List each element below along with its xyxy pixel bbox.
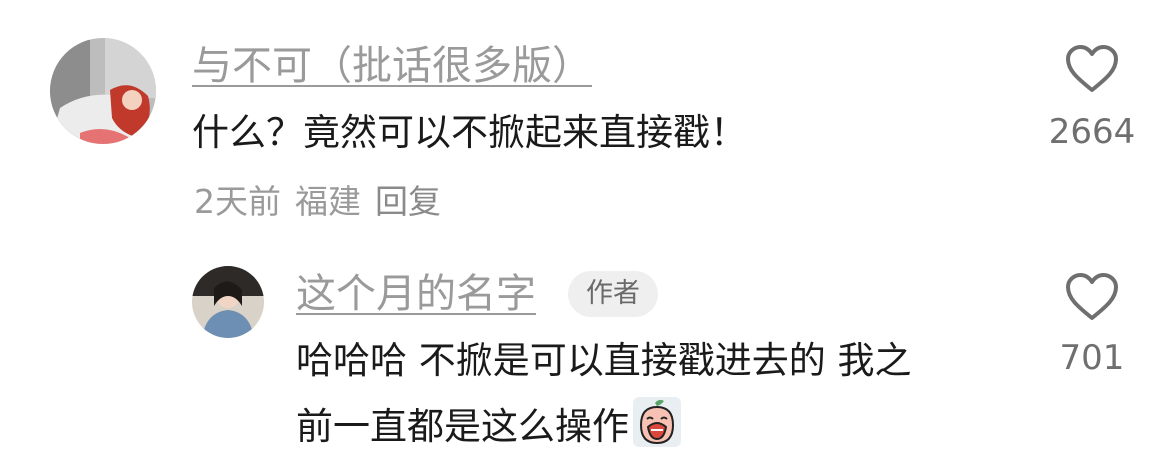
avatar[interactable] — [192, 266, 264, 338]
crying-peach-emoji-icon — [633, 397, 681, 447]
reply-text-line1: 哈哈哈 不掀是可以直接戳进去的 我之 — [296, 339, 912, 382]
avatar[interactable] — [50, 38, 156, 144]
reply-like-count: 701 — [1059, 338, 1125, 378]
comment-time: 2天前 — [194, 182, 281, 221]
heart-outline-icon — [1066, 45, 1118, 92]
author-badge: 作者 — [568, 271, 658, 317]
like-count: 2664 — [1048, 112, 1136, 152]
reply-text-line2-wrap: 前一直都是这么操作 — [296, 396, 681, 458]
comment-username[interactable]: 与不可（批话很多版） — [192, 44, 592, 88]
heart-outline-icon — [1066, 273, 1118, 320]
comment-location: 福建 — [295, 182, 361, 221]
reply-like-button[interactable]: 701 — [1032, 272, 1152, 380]
comment-text: 什么？竟然可以不掀起来直接戳！ — [192, 111, 747, 154]
comment-meta: 2天前 福建 回复 — [194, 182, 455, 222]
reply-text-line2: 前一直都是这么操作 — [296, 405, 629, 448]
reply-username[interactable]: 这个月的名字 — [296, 272, 536, 316]
like-button[interactable]: 2664 — [1032, 44, 1152, 154]
reply-button[interactable]: 回复 — [375, 182, 441, 221]
